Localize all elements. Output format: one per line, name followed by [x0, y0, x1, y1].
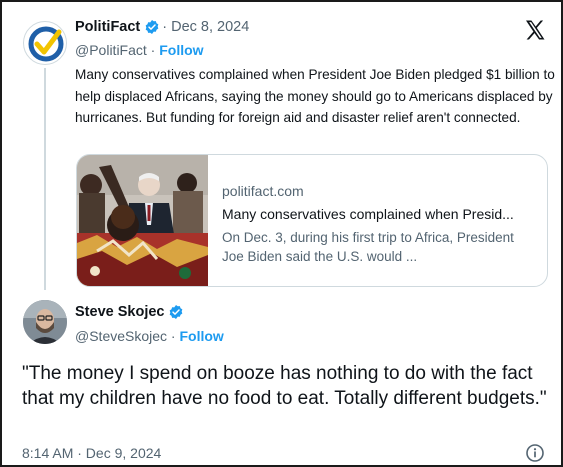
verified-badge-icon — [170, 305, 183, 319]
politifact-handle[interactable]: @PolitiFact · — [75, 42, 155, 58]
follow-steve-skojec-button[interactable]: Follow — [179, 328, 223, 344]
link-card-title: Many conservatives complained when Presi… — [222, 206, 514, 222]
link-card-domain: politifact.com — [222, 183, 304, 199]
politifact-handle-row: @PolitiFact · Follow — [75, 42, 204, 58]
info-icon[interactable] — [525, 443, 545, 463]
steve-skojec-header: Steve Skojec — [75, 304, 184, 320]
main-tweet-timestamp[interactable]: 8:14 AM · Dec 9, 2024 — [22, 445, 161, 461]
follow-politifact-button[interactable]: Follow — [159, 42, 203, 58]
article-thumbnail-image — [77, 155, 208, 286]
main-tweet-text: "The money I spend on booze has nothing … — [22, 363, 547, 409]
embedded-tweet-card: PolitiFact · Dec 8, 2024 @PolitiFact · F… — [0, 0, 563, 467]
x-logo-icon[interactable] — [523, 18, 547, 42]
profile-photo-icon — [23, 300, 67, 344]
link-card-description: On Dec. 3, during his first trip to Afri… — [222, 230, 514, 264]
steve-skojec-avatar[interactable] — [23, 300, 67, 344]
politifact-avatar[interactable] — [23, 21, 67, 65]
politifact-display-name[interactable]: PolitiFact — [75, 19, 140, 35]
verified-badge-icon — [145, 20, 159, 34]
politifact-header: PolitiFact · Dec 8, 2024 — [75, 19, 249, 35]
steve-skojec-handle[interactable]: @SteveSkojec · — [75, 328, 176, 344]
steve-skojec-display-name[interactable]: Steve Skojec — [75, 304, 164, 320]
steve-skojec-handle-row: @SteveSkojec · Follow — [75, 328, 224, 344]
politifact-post-date[interactable]: · Dec 8, 2024 — [162, 19, 249, 35]
politifact-logo-icon — [28, 26, 64, 62]
link-preview-card[interactable]: politifact.com Many conservatives compla… — [76, 154, 548, 287]
thread-connector-line — [44, 68, 46, 290]
politifact-tweet-text: Many conservatives complained when Presi… — [75, 67, 555, 125]
